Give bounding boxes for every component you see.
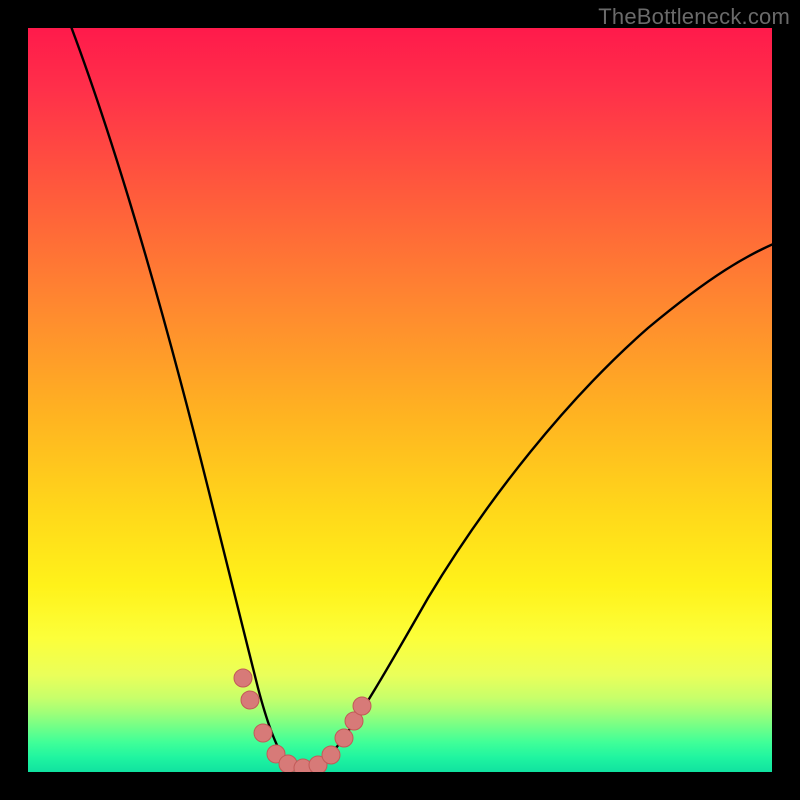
marker-dot (234, 669, 252, 687)
chart-frame: TheBottleneck.com (0, 0, 800, 800)
right-curve (303, 238, 772, 770)
marker-dot (254, 724, 272, 742)
curve-layer (28, 28, 772, 772)
watermark-text: TheBottleneck.com (598, 4, 790, 30)
left-curve (64, 28, 303, 770)
plot-area (28, 28, 772, 772)
marker-dot (322, 746, 340, 764)
marker-dot (335, 729, 353, 747)
marker-dot (353, 697, 371, 715)
marker-dot (241, 691, 259, 709)
marker-group (234, 669, 371, 772)
